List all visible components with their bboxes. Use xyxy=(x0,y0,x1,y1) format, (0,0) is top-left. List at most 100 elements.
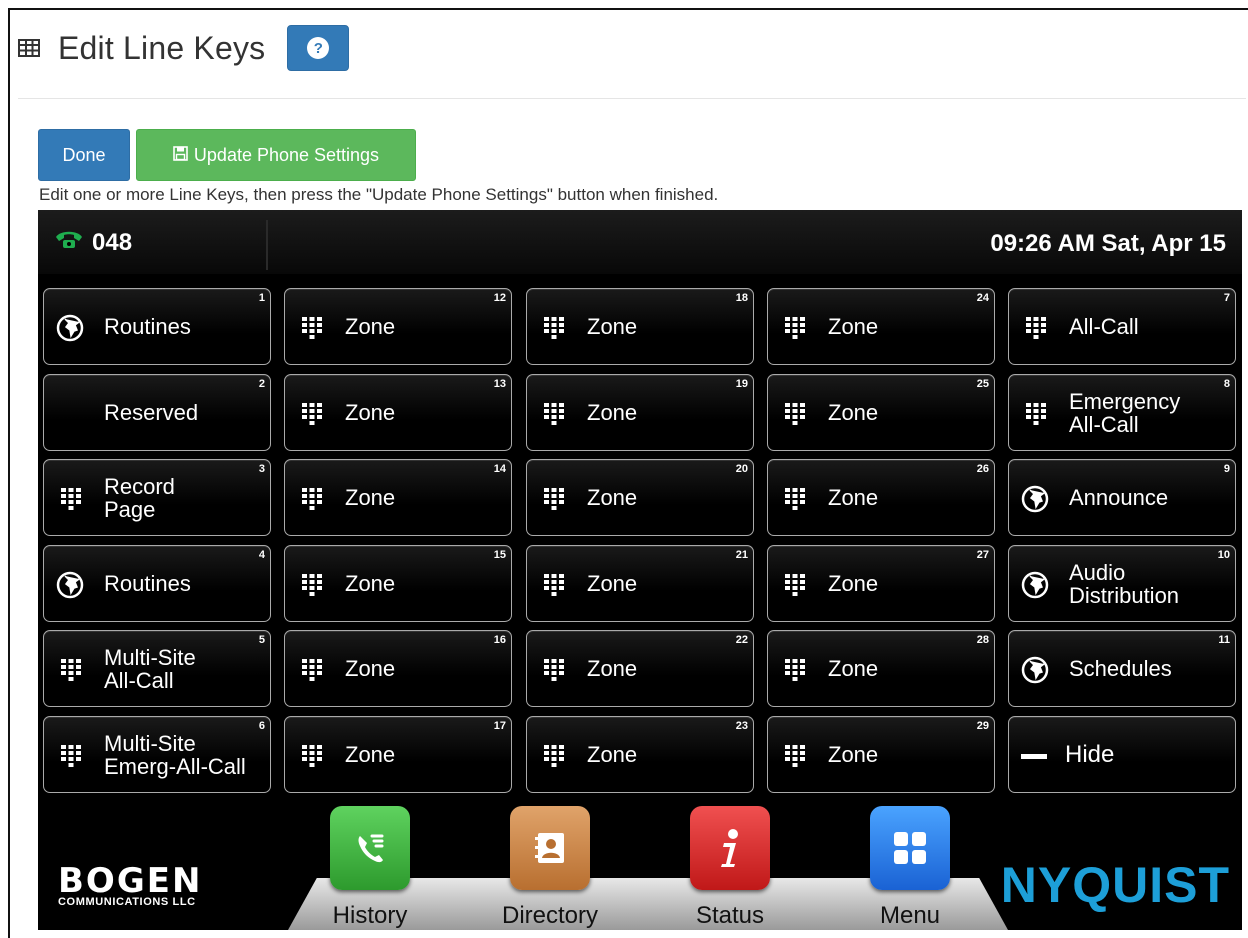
nyquist-logo: NYQUIST xyxy=(1000,857,1230,913)
line-key-23[interactable]: 23 Zone xyxy=(526,716,754,793)
line-key-label: Zone xyxy=(828,460,878,535)
done-button[interactable]: Done xyxy=(38,129,130,181)
keypad-icon xyxy=(300,656,328,684)
line-key-label-line1: Routines xyxy=(104,571,191,596)
line-key-label-line2: Distribution xyxy=(1069,582,1180,608)
line-key-label: Zone xyxy=(345,546,395,621)
line-key-label: Multi-Site Emerg-All-Call xyxy=(104,717,246,792)
line-key-2[interactable]: 2 Reserved xyxy=(43,374,271,451)
update-button-label: Update Phone Settings xyxy=(193,144,380,165)
line-key-number: 4 xyxy=(258,549,265,561)
line-key-label-line1: Reserved xyxy=(104,400,199,425)
line-key-label-line2: All-Call xyxy=(1069,411,1139,437)
line-key-10[interactable]: 10 Audio Distribution xyxy=(1008,545,1236,622)
minus-icon xyxy=(1021,742,1049,770)
line-key-label-line1: Zone xyxy=(587,656,638,681)
update-phone-settings-button[interactable]: Update Phone Settings xyxy=(136,129,416,181)
line-key-1[interactable]: 1 Routines xyxy=(43,288,271,365)
info-icon xyxy=(690,806,770,890)
line-key-number: 10 xyxy=(1217,549,1230,561)
line-key-8[interactable]: 8 Emergency All-Call xyxy=(1008,374,1236,451)
line-key-hide[interactable]: Hide xyxy=(1008,716,1236,793)
line-key-label-line1: Zone xyxy=(587,485,638,510)
line-key-4[interactable]: 4 Routines xyxy=(43,545,271,622)
line-key-label-line1: Emergency xyxy=(1069,388,1181,414)
line-key-3[interactable]: 3 Record Page xyxy=(43,459,271,536)
line-key-19[interactable]: 19 Zone xyxy=(526,374,754,451)
save-icon xyxy=(173,145,188,166)
menu-grid-icon xyxy=(870,806,950,890)
line-key-label: Schedules xyxy=(1069,631,1172,706)
keypad-icon xyxy=(542,400,570,428)
line-key-14[interactable]: 14 Zone xyxy=(284,459,512,536)
line-key-25[interactable]: 25 Zone xyxy=(767,374,995,451)
line-key-9[interactable]: 9 Announce xyxy=(1008,459,1236,536)
line-key-18[interactable]: 18 Zone xyxy=(526,288,754,365)
status-app[interactable]: Status xyxy=(690,806,770,929)
line-key-label-line1: Multi-Site xyxy=(104,730,196,756)
line-key-label-line1: Zone xyxy=(345,400,396,425)
line-key-label: Zone xyxy=(345,631,395,706)
line-key-24[interactable]: 24 Zone xyxy=(767,288,995,365)
line-key-label-line1: Zone xyxy=(828,485,879,510)
line-key-29[interactable]: 29 Zone xyxy=(767,716,995,793)
directory-icon xyxy=(510,806,590,890)
line-key-17[interactable]: 17 Zone xyxy=(284,716,512,793)
line-key-21[interactable]: 21 Zone xyxy=(526,545,754,622)
line-key-label: Zone xyxy=(828,717,878,792)
line-key-number: 1 xyxy=(258,292,265,304)
line-key-28[interactable]: 28 Zone xyxy=(767,630,995,707)
help-button[interactable]: ? xyxy=(287,25,350,71)
line-key-label: Zone xyxy=(345,289,395,364)
keypad-icon xyxy=(783,571,811,599)
line-key-label-line1: Zone xyxy=(345,742,396,767)
line-key-number: 26 xyxy=(976,463,989,475)
globe-icon xyxy=(1021,656,1049,684)
line-key-label-line1: Record xyxy=(104,473,175,499)
line-key-number: 13 xyxy=(493,378,506,390)
line-key-label: Zone xyxy=(587,289,637,364)
line-key-label: Zone xyxy=(828,631,878,706)
line-key-label-line1: Multi-Site xyxy=(104,644,196,670)
keypad-icon xyxy=(542,571,570,599)
keypad-icon xyxy=(542,742,570,770)
history-app[interactable]: History xyxy=(330,806,410,929)
line-key-label: Emergency All-Call xyxy=(1069,375,1180,450)
line-key-26[interactable]: 26 Zone xyxy=(767,459,995,536)
keypad-icon xyxy=(300,400,328,428)
line-key-label: Zone xyxy=(345,717,395,792)
directory-app[interactable]: Directory xyxy=(502,806,598,929)
line-key-15[interactable]: 15 Zone xyxy=(284,545,512,622)
bogen-logo-subtext: COMMUNICATIONS LLC xyxy=(58,896,196,908)
line-key-label-line1: Zone xyxy=(828,400,879,425)
line-key-20[interactable]: 20 Zone xyxy=(526,459,754,536)
line-key-12[interactable]: 12 Zone xyxy=(284,288,512,365)
line-key-label-line2: Page xyxy=(104,496,156,522)
line-key-6[interactable]: 6 Multi-Site Emerg-All-Call xyxy=(43,716,271,793)
line-key-16[interactable]: 16 Zone xyxy=(284,630,512,707)
keypad-icon xyxy=(300,571,328,599)
line-key-label: Multi-Site All-Call xyxy=(104,631,196,706)
history-label: History xyxy=(332,902,408,929)
line-key-5[interactable]: 5 Multi-Site All-Call xyxy=(43,630,271,707)
action-buttons: Done Update Phone Settings xyxy=(38,129,416,181)
line-key-label: Zone xyxy=(828,289,878,364)
line-key-label-line1: Zone xyxy=(345,571,396,596)
line-key-label: All-Call xyxy=(1069,289,1139,364)
keypad-icon xyxy=(542,485,570,513)
line-key-label-line1: Zone xyxy=(828,314,879,339)
line-key-11[interactable]: 11 Schedules xyxy=(1008,630,1236,707)
line-key-label: Zone xyxy=(345,375,395,450)
keypad-icon xyxy=(783,485,811,513)
line-key-label-line1: Routines xyxy=(104,314,191,339)
line-key-label-line1: Zone xyxy=(345,314,396,339)
line-key-number: 8 xyxy=(1223,378,1230,390)
line-key-22[interactable]: 22 Zone xyxy=(526,630,754,707)
line-key-7[interactable]: 7 All-Call xyxy=(1008,288,1236,365)
line-key-label-line1: Audio xyxy=(1069,559,1126,585)
line-key-number: 7 xyxy=(1223,292,1230,304)
line-key-13[interactable]: 13 Zone xyxy=(284,374,512,451)
keypad-icon xyxy=(59,485,87,513)
menu-app[interactable]: Menu xyxy=(870,806,950,929)
line-key-27[interactable]: 27 Zone xyxy=(767,545,995,622)
